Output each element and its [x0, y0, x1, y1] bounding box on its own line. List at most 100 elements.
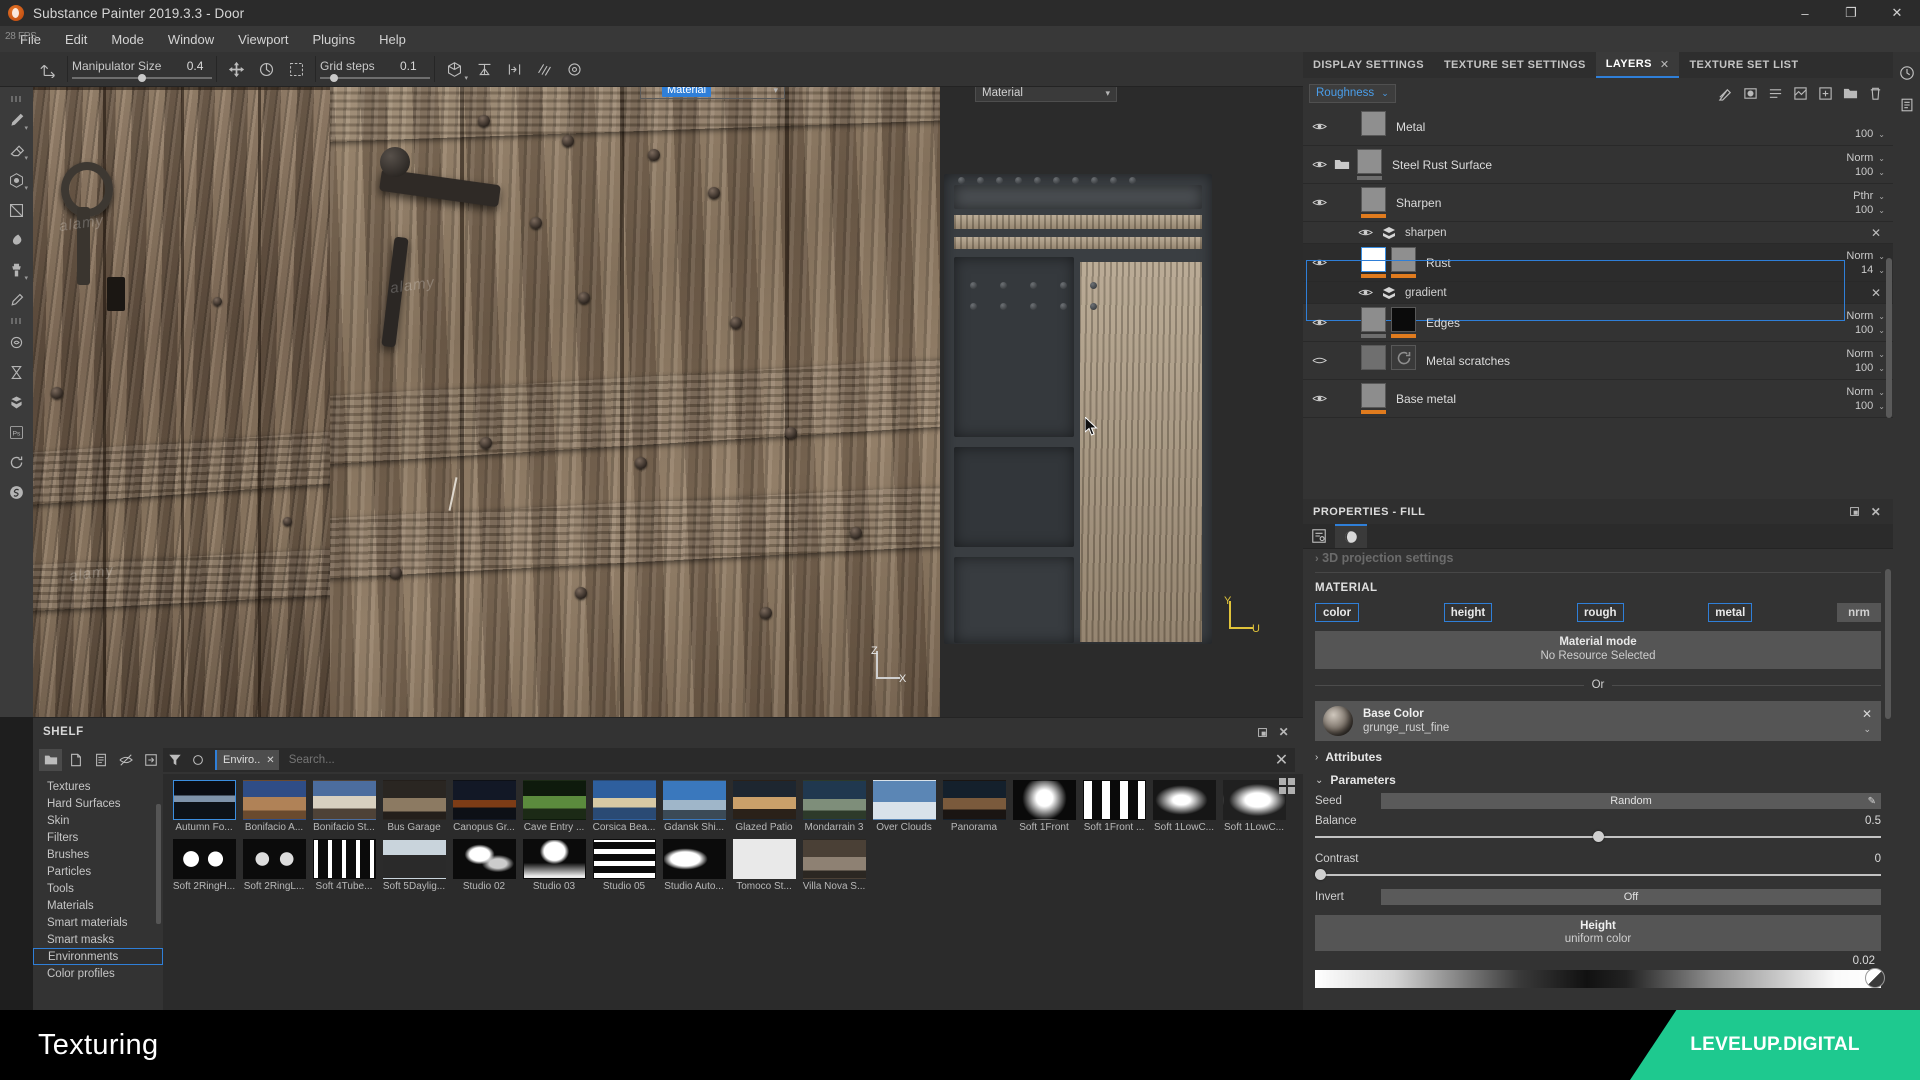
pencil-icon[interactable]: ✎: [1868, 796, 1876, 807]
menu-plugins[interactable]: Plugins: [300, 28, 367, 51]
layer-row-base-metal[interactable]: Base metal Norm ⌄ 100 ⌄: [1303, 380, 1893, 418]
filter-funnel-icon[interactable]: [163, 749, 186, 771]
layer-blend-mode[interactable]: Norm ⌄: [1846, 152, 1885, 164]
grid-steps-field[interactable]: Grid steps 0.1: [320, 55, 430, 83]
polygon-fill-icon[interactable]: [3, 195, 30, 225]
uv-material-dropdown[interactable]: Material ▾: [975, 87, 1117, 102]
menu-help[interactable]: Help: [367, 28, 418, 51]
properties-scrollbar[interactable]: [1885, 569, 1891, 719]
menu-window[interactable]: Window: [156, 28, 226, 51]
shelf-restore-icon[interactable]: [1251, 721, 1273, 743]
effect-remove-icon[interactable]: ✕: [1871, 286, 1881, 300]
substance-effect-icon[interactable]: [3, 387, 30, 417]
tab-texture-set-list[interactable]: TEXTURE SET LIST: [1679, 52, 1808, 78]
grid-steps-slider[interactable]: [320, 74, 430, 82]
properties-body[interactable]: › 3D projection settings MATERIAL color …: [1303, 549, 1893, 1004]
scale-tool-icon[interactable]: [281, 55, 311, 83]
height-gradient-strip[interactable]: [1315, 970, 1881, 988]
shelf-item[interactable]: Panorama: [940, 780, 1008, 833]
lay'er-blend-mode[interactable]: Norm ⌄: [1846, 386, 1885, 398]
layer-opacity[interactable]: 100 ⌄: [1855, 166, 1885, 178]
shelf-close-icon[interactable]: ✕: [1273, 721, 1295, 743]
shelf-item[interactable]: Studio 05: [590, 839, 658, 892]
physical-paint-icon[interactable]: [3, 357, 30, 387]
parameters-section[interactable]: ⌄ Parameters: [1315, 773, 1881, 787]
quick-mask-icon[interactable]: [529, 55, 559, 83]
layer-visibility-icon[interactable]: [1309, 392, 1329, 406]
add-effect-icon[interactable]: [1713, 81, 1737, 105]
move-tool-icon[interactable]: [221, 55, 251, 83]
shelf-item[interactable]: Bus Garage: [380, 780, 448, 833]
shelf-item[interactable]: Glazed Patio: [730, 780, 798, 833]
shelf-item[interactable]: Bonifacio A...: [240, 780, 308, 833]
symmetry-icon[interactable]: [469, 55, 499, 83]
shelf-category-color-profiles[interactable]: Color profiles: [33, 965, 163, 982]
material-particle-icon[interactable]: [3, 327, 30, 357]
layer-opacity[interactable]: 100 ⌄: [1855, 324, 1885, 336]
effect-remove-icon[interactable]: ✕: [1871, 226, 1881, 240]
grid-view-icon[interactable]: [1279, 778, 1295, 794]
effect-visibility-icon[interactable]: [1355, 226, 1375, 240]
shelf-item[interactable]: Studio 02: [450, 839, 518, 892]
layer-opacity[interactable]: 100 ⌄: [1855, 400, 1885, 412]
menu-mode[interactable]: Mode: [99, 28, 156, 51]
maximize-button[interactable]: ❐: [1828, 0, 1874, 26]
shelf-item[interactable]: Gdansk Shi...: [660, 780, 728, 833]
shelf-category-materials[interactable]: Materials: [33, 897, 163, 914]
properties-3d-projection-section[interactable]: › 3D projection settings: [1315, 551, 1881, 565]
menu-edit[interactable]: Edit: [53, 28, 99, 51]
shelf-category-skin[interactable]: Skin: [33, 812, 163, 829]
layer-visibility-icon[interactable]: [1309, 316, 1329, 330]
viewport-shader-dropdown[interactable]: x▾: [640, 87, 785, 99]
shelf-item[interactable]: Bonifacio St...: [310, 780, 378, 833]
viewport-uv-panel[interactable]: Y U Material ▾: [940, 87, 1303, 717]
layer-mask-thumbnail[interactable]: [1361, 247, 1386, 278]
import-icon[interactable]: [139, 749, 162, 771]
manipulator-size-slider[interactable]: [72, 74, 212, 82]
channel-chip-height[interactable]: height: [1443, 603, 1493, 622]
rotate-tool-icon[interactable]: [251, 55, 281, 83]
layer-thumbnail[interactable]: [1391, 247, 1416, 278]
param-invert-toggle[interactable]: Off: [1381, 889, 1881, 905]
layer-blend-mode[interactable]: Norm ⌄: [1846, 250, 1885, 262]
param-seed-button[interactable]: Random ✎: [1381, 793, 1881, 809]
tab-display-settings[interactable]: DISPLAY SETTINGS: [1303, 52, 1434, 78]
clone-stamp-icon[interactable]: ▾: [3, 255, 30, 285]
shelf-item[interactable]: Corsica Bea...: [590, 780, 658, 833]
shelf-item[interactable]: Studio 03: [520, 839, 588, 892]
layer-thumbnail[interactable]: [1391, 307, 1416, 338]
height-value[interactable]: 0.02: [1853, 955, 1875, 967]
hide-icon[interactable]: [114, 749, 137, 771]
shelf-filter-tag-close-icon[interactable]: ✕: [266, 755, 274, 766]
shelf-category-particles[interactable]: Particles: [33, 863, 163, 880]
shelf-item[interactable]: Soft 1Front ...: [1080, 780, 1148, 833]
tab-layers-close-icon[interactable]: ✕: [1660, 58, 1670, 71]
mirror-icon[interactable]: [499, 55, 529, 83]
layer-row-steel-rust-surface[interactable]: Steel Rust Surface Norm ⌄ 100 ⌄: [1303, 146, 1893, 184]
layer-blend-mode[interactable]: Norm ⌄: [1846, 310, 1885, 322]
manipulator-size-field[interactable]: Manipulator Size 0.4: [72, 55, 212, 83]
add-folder-icon[interactable]: [1838, 81, 1862, 105]
material-mode-box[interactable]: Material mode No Resource Selected: [1315, 631, 1881, 669]
layer-effect-row-gradient[interactable]: gradient ✕: [1303, 282, 1893, 304]
channel-chip-nrm[interactable]: nrm: [1837, 603, 1881, 622]
paint-brush-icon[interactable]: ▾: [3, 105, 30, 135]
viewport-2d-panel[interactable]: alamy alamy: [33, 87, 330, 717]
add-mask-icon[interactable]: [1738, 81, 1762, 105]
viewport[interactable]: alamy alamy alamy Material ▾ Z X Y U Mat…: [33, 87, 1303, 717]
layer-thumbnail[interactable]: [1357, 149, 1382, 180]
shelf-category-environments[interactable]: Environments: [33, 948, 163, 965]
viewport-3d-panel[interactable]: alamy Material x▾ Z X: [330, 87, 940, 717]
channel-chip-metal[interactable]: metal: [1708, 603, 1753, 622]
layer-visibility-icon[interactable]: [1309, 256, 1329, 270]
shelf-item[interactable]: Canopus Gr...: [450, 780, 518, 833]
shelf-category-smart-materials[interactable]: Smart materials: [33, 914, 163, 931]
param-balance-slider[interactable]: [1315, 831, 1881, 843]
refresh-icon[interactable]: [3, 447, 30, 477]
shelf-item[interactable]: Soft 5Daylig...: [380, 839, 448, 892]
channel-dropdown[interactable]: Roughness ⌄: [1309, 83, 1396, 103]
shelf-item[interactable]: Tomoco St...: [730, 839, 798, 892]
layers-scrollbar[interactable]: [1886, 258, 1892, 418]
add-paint-layer-icon[interactable]: [1813, 81, 1837, 105]
resource-clear-icon[interactable]: ✕: [1862, 707, 1872, 721]
